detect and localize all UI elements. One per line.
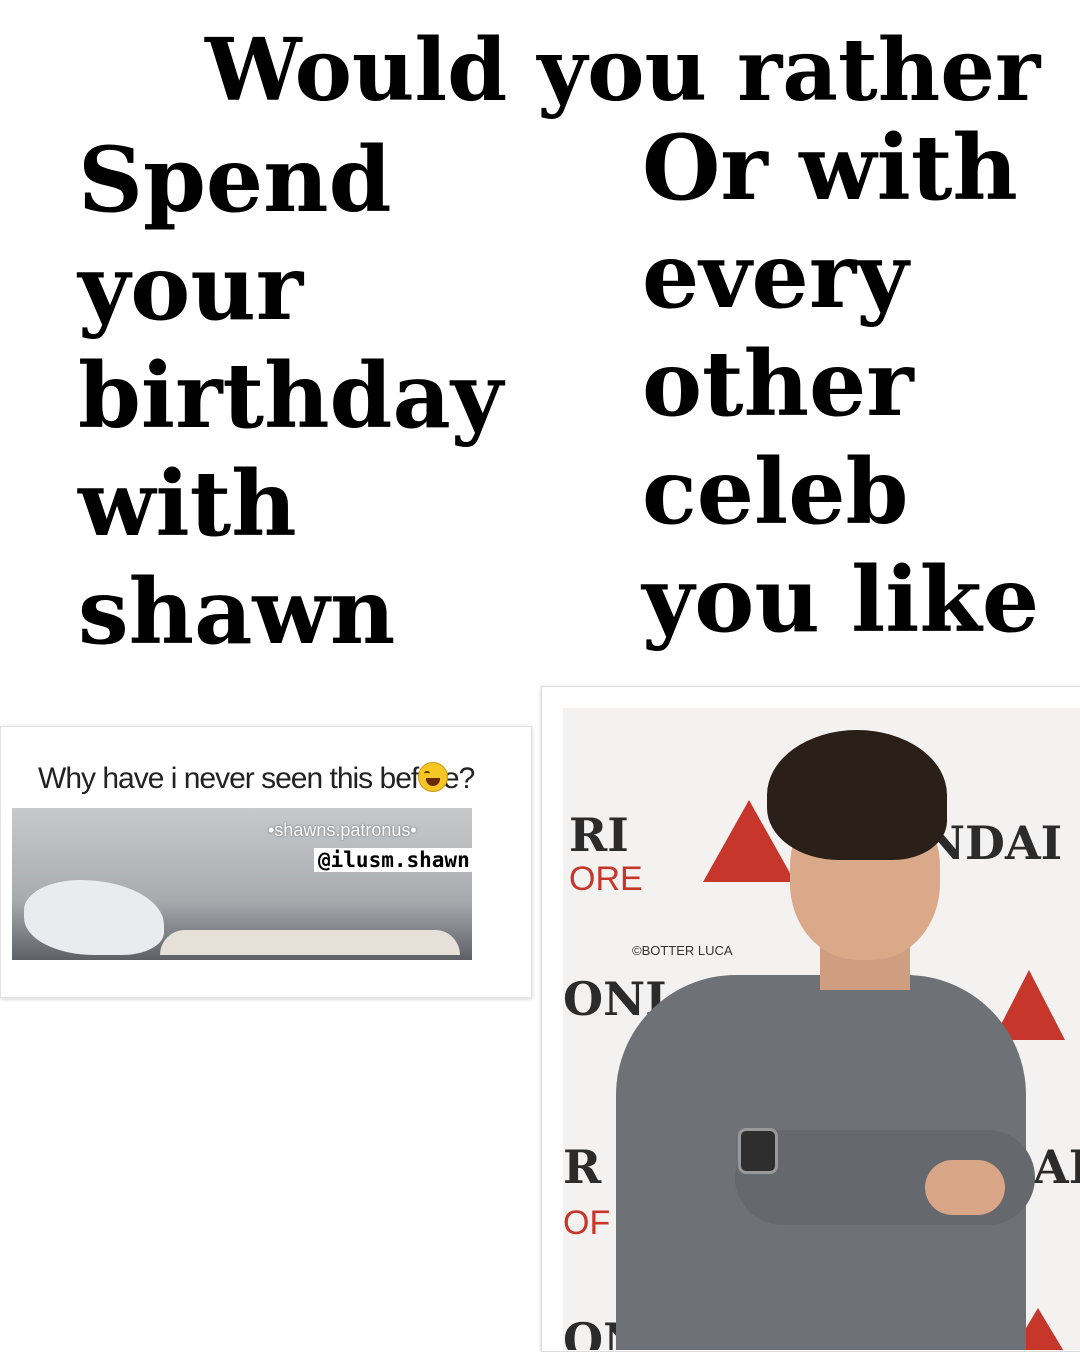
left-option-text: Spend your birthday with shawn	[78, 126, 503, 666]
wristwatch-icon	[738, 1128, 778, 1174]
left-option-line: Spend	[78, 127, 392, 233]
right-option-line: celeb	[642, 439, 909, 545]
headline: Would you rather	[205, 20, 1041, 121]
man-hand-shape	[925, 1160, 1005, 1215]
backdrop-text: R	[563, 1140, 602, 1194]
left-option-line: shawn	[78, 559, 396, 665]
left-option-line: your	[78, 235, 304, 341]
backdrop-text: ORE	[569, 860, 643, 898]
man-hair-shape	[767, 730, 947, 860]
guitar-player-shape	[160, 930, 460, 955]
right-option-line: every	[642, 223, 909, 329]
grinning-emoji-icon	[418, 762, 448, 792]
right-option-line: you like	[642, 547, 1040, 653]
left-option-line: with	[78, 451, 297, 557]
watermark-patronus: •shawns.patronus•	[268, 820, 417, 840]
right-option-text: Or with every other celeb you like	[642, 114, 1039, 654]
backdrop-text: RI	[569, 808, 629, 862]
right-option-line: Or with	[642, 115, 1018, 221]
card-caption: Why have i never seen this before?	[38, 762, 475, 795]
watermark-ilusm: @ilusm.shawn	[314, 848, 474, 872]
left-option-line: birthday	[78, 343, 504, 449]
right-option-line: other	[642, 331, 914, 437]
backdrop-text: OF	[563, 1204, 611, 1242]
photo-credit: ©BOTTER LUCA	[632, 943, 733, 958]
backdrop-text: AL	[1033, 1140, 1080, 1194]
